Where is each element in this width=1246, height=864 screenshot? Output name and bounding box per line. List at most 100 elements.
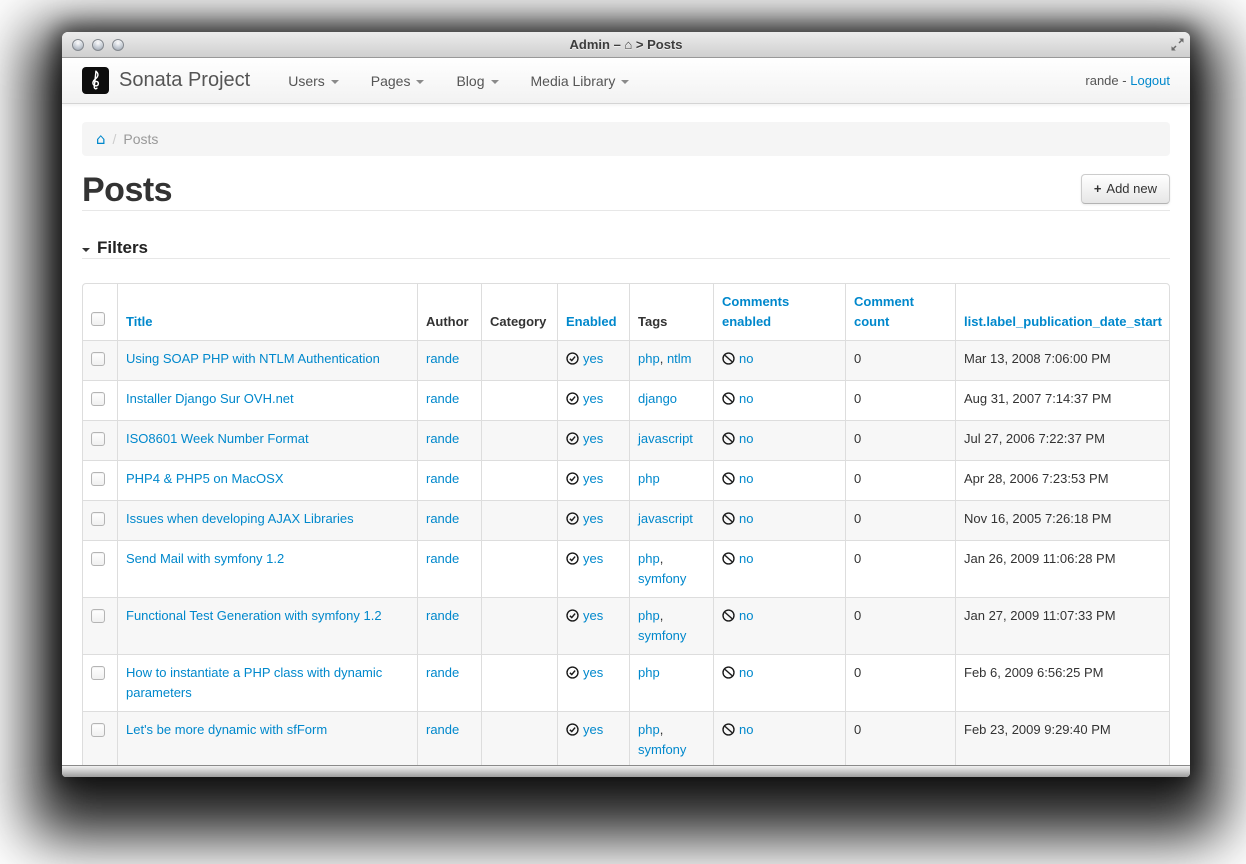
author-link[interactable]: rande — [426, 511, 459, 526]
column-sort-link[interactable]: list.label_publication_date_start — [964, 314, 1162, 329]
post-title-link[interactable]: Installer Django Sur OVH.net — [126, 391, 294, 406]
divider — [82, 258, 1170, 259]
enabled-toggle-link[interactable]: yes — [583, 551, 603, 566]
nav-menu-label: Pages — [371, 73, 411, 89]
breadcrumb: ⌂/Posts — [82, 122, 1170, 156]
tag-link[interactable]: php — [638, 471, 660, 486]
author-link[interactable]: rande — [426, 471, 459, 486]
comments-enabled-toggle-link[interactable]: no — [739, 665, 753, 680]
author-link[interactable]: rande — [426, 608, 459, 623]
comments-enabled-cell: no — [713, 340, 845, 380]
row-checkbox[interactable] — [91, 609, 105, 623]
table-row: How to instantiate a PHP class with dyna… — [83, 654, 1169, 711]
nav-menu-media-library[interactable]: Media Library — [515, 58, 646, 103]
tag-link[interactable]: php — [638, 351, 660, 366]
comments-enabled-toggle-link[interactable]: no — [739, 471, 753, 486]
column-sort-link[interactable]: Comment count — [854, 294, 914, 329]
enabled-toggle-link[interactable]: yes — [583, 351, 603, 366]
tag-link[interactable]: php — [638, 608, 660, 623]
column-header: Author — [417, 284, 481, 340]
post-title-link[interactable]: Using SOAP PHP with NTLM Authentication — [126, 351, 380, 366]
tag-link[interactable]: django — [638, 391, 677, 406]
logout-link[interactable]: Logout — [1130, 73, 1170, 88]
post-title-link[interactable]: Issues when developing AJAX Libraries — [126, 511, 354, 526]
tag-link[interactable]: javascript — [638, 511, 693, 526]
user-menu: rande - Logout — [1085, 73, 1170, 88]
author-cell: rande — [417, 340, 481, 380]
tag-link[interactable]: symfony — [638, 742, 686, 757]
tag-link[interactable]: javascript — [638, 431, 693, 446]
tag-link[interactable]: ntlm — [667, 351, 692, 366]
add-new-button[interactable]: +Add new — [1081, 174, 1170, 204]
enabled-toggle-link[interactable]: yes — [583, 471, 603, 486]
row-select-cell — [83, 500, 117, 540]
enabled-toggle-link[interactable]: yes — [583, 665, 603, 680]
nav-menu-users[interactable]: Users — [272, 58, 355, 103]
author-link[interactable]: rande — [426, 351, 459, 366]
comment-count-cell: 0 — [845, 340, 955, 380]
row-checkbox[interactable] — [91, 472, 105, 486]
author-link[interactable]: rande — [426, 665, 459, 680]
post-title-link[interactable]: Let's be more dynamic with sfForm — [126, 722, 327, 737]
enabled-cell: yes — [557, 540, 629, 597]
column-header: Tags — [629, 284, 713, 340]
close-window-button[interactable] — [72, 39, 84, 51]
home-icon[interactable]: ⌂ — [96, 130, 106, 148]
column-sort-link[interactable]: Enabled — [566, 314, 617, 329]
row-checkbox[interactable] — [91, 432, 105, 446]
author-cell: rande — [417, 597, 481, 654]
enabled-toggle-link[interactable]: yes — [583, 608, 603, 623]
tag-link[interactable]: php — [638, 722, 660, 737]
table-row: Installer Django Sur OVH.net rande yes djan… — [83, 380, 1169, 420]
row-checkbox[interactable] — [91, 666, 105, 680]
nav-menu-pages[interactable]: Pages — [355, 58, 441, 103]
post-title-link[interactable]: Send Mail with symfony 1.2 — [126, 551, 284, 566]
nav-menu-label: Blog — [456, 73, 484, 89]
publication-date-cell: Jan 26, 2009 11:06:28 PM — [955, 540, 1169, 597]
row-checkbox[interactable] — [91, 512, 105, 526]
author-link[interactable]: rande — [426, 431, 459, 446]
tag-link[interactable]: php — [638, 665, 660, 680]
resize-icon[interactable] — [1170, 37, 1185, 52]
column-sort-link[interactable]: Title — [126, 314, 153, 329]
category-cell — [481, 711, 557, 765]
post-title-link[interactable]: PHP4 & PHP5 on MacOSX — [126, 471, 284, 486]
comments-enabled-toggle-link[interactable]: no — [739, 511, 753, 526]
minimize-window-button[interactable] — [92, 39, 104, 51]
column-sort-link[interactable]: Comments enabled — [722, 294, 789, 329]
ban-circle-icon — [722, 609, 735, 622]
enabled-toggle-link[interactable]: yes — [583, 511, 603, 526]
comments-enabled-toggle-link[interactable]: no — [739, 431, 753, 446]
author-link[interactable]: rande — [426, 391, 459, 406]
row-checkbox[interactable] — [91, 352, 105, 366]
post-title-link[interactable]: How to instantiate a PHP class with dyna… — [126, 665, 382, 700]
zoom-window-button[interactable] — [112, 39, 124, 51]
enabled-toggle-link[interactable]: yes — [583, 391, 603, 406]
row-checkbox[interactable] — [91, 552, 105, 566]
tag-link[interactable]: symfony — [638, 571, 686, 586]
row-select-cell — [83, 597, 117, 654]
post-title-link[interactable]: ISO8601 Week Number Format — [126, 431, 309, 446]
comments-enabled-toggle-link[interactable]: no — [739, 608, 753, 623]
nav-menu-blog[interactable]: Blog — [440, 58, 514, 103]
post-title-link[interactable]: Functional Test Generation with symfony … — [126, 608, 382, 623]
comments-enabled-toggle-link[interactable]: no — [739, 722, 753, 737]
row-checkbox[interactable] — [91, 723, 105, 737]
author-link[interactable]: rande — [426, 722, 459, 737]
enabled-toggle-link[interactable]: yes — [583, 722, 603, 737]
filters-toggle[interactable]: Filters — [82, 238, 148, 258]
comment-count-cell: 0 — [845, 380, 955, 420]
comments-enabled-toggle-link[interactable]: no — [739, 351, 753, 366]
tag-link[interactable]: symfony — [638, 628, 686, 643]
enabled-toggle-link[interactable]: yes — [583, 431, 603, 446]
table-row: Let's be more dynamic with sfForm rande ye… — [83, 711, 1169, 765]
tag-link[interactable]: php — [638, 551, 660, 566]
select-all-checkbox[interactable] — [91, 312, 105, 326]
author-link[interactable]: rande — [426, 551, 459, 566]
brand-link[interactable]: Sonata Project — [119, 69, 250, 92]
comments-enabled-toggle-link[interactable]: no — [739, 391, 753, 406]
comments-enabled-toggle-link[interactable]: no — [739, 551, 753, 566]
row-checkbox[interactable] — [91, 392, 105, 406]
publication-date-cell: Jan 27, 2009 11:07:33 PM — [955, 597, 1169, 654]
comments-enabled-cell: no — [713, 540, 845, 597]
